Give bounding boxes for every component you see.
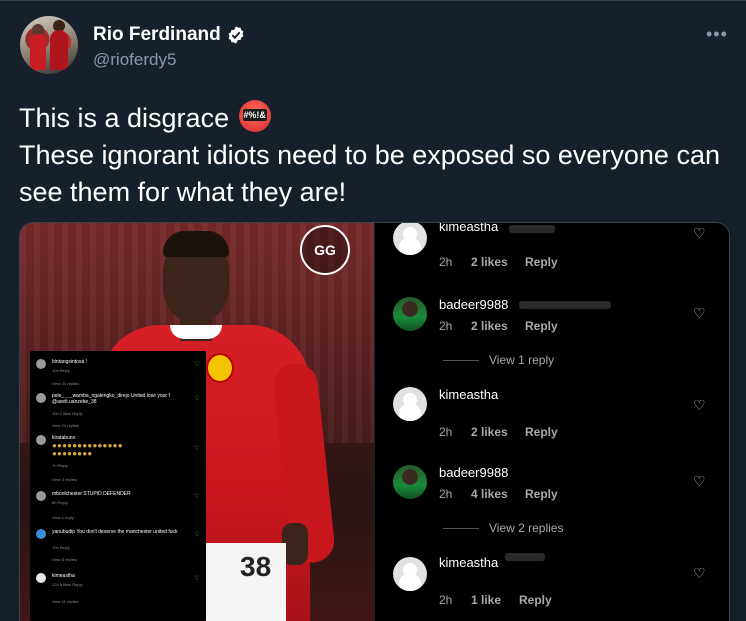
tweet-media[interactable]: GG 38 bintangsintosa ! 10h Reply ♡ View … <box>19 222 730 621</box>
heart-icon: ♡ <box>693 565 706 581</box>
author-name[interactable]: Rio Ferdinand <box>93 24 221 46</box>
heart-icon: ♡ <box>693 473 706 489</box>
avatar <box>393 557 427 591</box>
heart-icon: ♡ <box>693 397 706 413</box>
media-image-right[interactable]: kimeastha 2h 2 likes Reply ♡ badeer9988 … <box>375 223 729 621</box>
tweet-line-2: These ignorant idiots need to be exposed… <box>19 140 720 207</box>
avatar <box>393 223 427 255</box>
shirt-number: 38 <box>240 551 272 582</box>
heart-icon: ♡ <box>693 305 706 321</box>
angry-face-emoji-icon: #%!& <box>238 100 271 132</box>
more-options-icon[interactable]: ••• <box>706 24 728 45</box>
avatar[interactable] <box>20 16 78 74</box>
media-image-left[interactable]: GG 38 bintangsintosa ! 10h Reply ♡ View … <box>20 223 374 621</box>
verified-badge-icon <box>228 26 244 44</box>
avatar <box>393 387 427 421</box>
club-crest-icon <box>206 353 234 383</box>
heart-icon: ♡ <box>693 225 706 241</box>
tweet-text: This is a disgrace #%!& These ignorant i… <box>19 100 731 211</box>
watermark-logo: GG <box>300 225 350 275</box>
avatar <box>393 297 427 331</box>
instagram-comments-overlay: bintangsintosa ! 10h Reply ♡ View 24 rep… <box>30 351 206 621</box>
author-handle[interactable]: @rioferdy5 <box>93 50 176 70</box>
avatar <box>393 465 427 499</box>
tweet-line-1: This is a disgrace <box>19 103 230 133</box>
top-divider <box>0 0 746 1</box>
author-name-row[interactable]: Rio Ferdinand <box>93 24 246 46</box>
